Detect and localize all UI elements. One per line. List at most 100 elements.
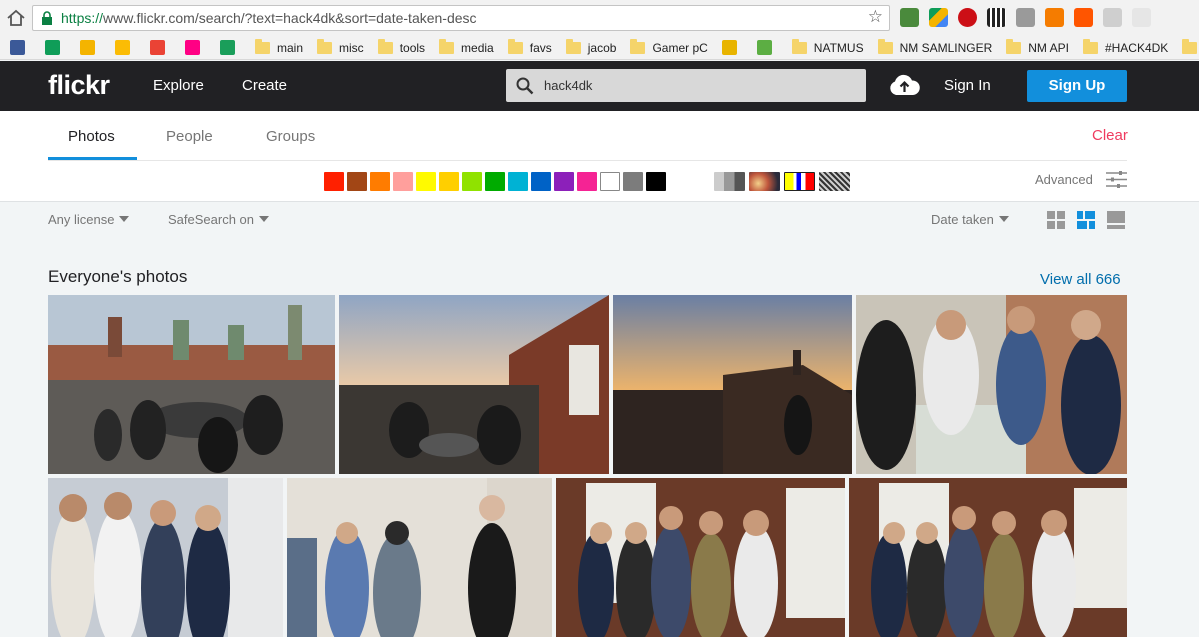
color-swatch[interactable] bbox=[508, 172, 528, 191]
color-swatch[interactable] bbox=[324, 172, 344, 191]
bookmark-item[interactable]: tools bbox=[377, 38, 425, 55]
color-swatch[interactable] bbox=[646, 172, 666, 191]
color-swatch[interactable] bbox=[485, 172, 505, 191]
bookmark-item[interactable] bbox=[10, 40, 31, 55]
screen-icon[interactable] bbox=[1103, 8, 1122, 27]
bookmark-label: Gamer pC bbox=[652, 40, 708, 55]
advanced-link[interactable]: Advanced bbox=[1035, 172, 1093, 187]
bookmark-label: favs bbox=[529, 40, 552, 55]
search-input[interactable]: hack4dk bbox=[506, 69, 866, 102]
bookmark-item[interactable]: NM SAMLINGER bbox=[877, 38, 993, 55]
justified-view-icon[interactable] bbox=[1077, 211, 1095, 229]
folder-icon bbox=[1006, 38, 1022, 54]
clear-link[interactable]: Clear bbox=[1092, 127, 1128, 144]
bookmarks-bar: main misc tools media favs jacob Gamer pC NATMU… bbox=[0, 36, 1199, 60]
qr-code-icon[interactable] bbox=[987, 8, 1006, 27]
flickr-header: flickr Explore Create hack4dk Sign In Si… bbox=[0, 61, 1199, 111]
shallow-depth-filter[interactable] bbox=[749, 172, 780, 191]
address-bar[interactable]: https://www.flickr.com/search/?text=hack… bbox=[32, 5, 890, 31]
sliders-icon[interactable] bbox=[1106, 171, 1127, 188]
black-and-white-filter[interactable] bbox=[714, 172, 745, 191]
patterns-filter[interactable] bbox=[819, 172, 850, 191]
browser-toolbar: https://www.flickr.com/search/?text=hack… bbox=[0, 0, 1199, 36]
tab-photos[interactable]: Photos bbox=[68, 128, 115, 145]
minimalist-filter[interactable] bbox=[784, 172, 815, 191]
bookmark-item[interactable] bbox=[45, 40, 66, 55]
bookmark-item[interactable]: misc bbox=[317, 38, 364, 55]
color-swatch[interactable] bbox=[531, 172, 551, 191]
photo-thumbnail[interactable] bbox=[287, 478, 552, 637]
color-swatch[interactable] bbox=[600, 172, 620, 191]
bookmark-item[interactable]: NM API bbox=[1006, 38, 1069, 55]
bookmark-item[interactable] bbox=[150, 40, 171, 55]
tab-groups[interactable]: Groups bbox=[266, 128, 315, 145]
view-toggle bbox=[1047, 211, 1125, 229]
bookmark-item[interactable] bbox=[80, 40, 101, 55]
safesearch-dropdown[interactable]: SafeSearch on bbox=[168, 212, 270, 227]
extension-icons bbox=[900, 8, 1151, 27]
upload-cloud-icon[interactable] bbox=[888, 73, 921, 97]
explore-link[interactable]: Explore bbox=[153, 77, 204, 94]
color-swatch[interactable] bbox=[462, 172, 482, 191]
json-icon[interactable] bbox=[1132, 8, 1151, 27]
chart-icon[interactable] bbox=[1045, 8, 1064, 27]
color-swatch[interactable] bbox=[623, 172, 643, 191]
search-query: hack4dk bbox=[544, 78, 593, 93]
bookmark-label: NM SAMLINGER bbox=[899, 40, 993, 55]
bookmark-item[interactable] bbox=[185, 40, 206, 55]
folder-icon bbox=[439, 38, 455, 54]
color-swatch[interactable] bbox=[416, 172, 436, 191]
bookmark-item[interactable] bbox=[115, 40, 136, 55]
badge-icon bbox=[721, 40, 737, 55]
bookmark-item[interactable]: NATMUS bbox=[791, 38, 864, 55]
bookmark-item[interactable]: media bbox=[439, 38, 494, 55]
bookmark-item[interactable]: jacob bbox=[565, 38, 617, 55]
photo-thumbnail[interactable] bbox=[339, 295, 609, 474]
color-swatch[interactable] bbox=[554, 172, 574, 191]
bookmark-item[interactable]: Gamer pC bbox=[630, 38, 708, 55]
color-swatch[interactable] bbox=[393, 172, 413, 191]
color-swatch[interactable] bbox=[347, 172, 367, 191]
bookmark-item[interactable] bbox=[220, 40, 241, 55]
sign-in-link[interactable]: Sign In bbox=[944, 77, 991, 94]
folder-icon bbox=[877, 38, 893, 54]
bookmark-item[interactable]: WORK bbox=[1182, 38, 1199, 55]
sign-up-button[interactable]: Sign Up bbox=[1027, 70, 1127, 102]
extension-icon[interactable] bbox=[900, 8, 919, 27]
photo-thumbnail[interactable] bbox=[849, 478, 1127, 637]
facebook-icon bbox=[10, 40, 25, 55]
soundcloud-icon[interactable] bbox=[1074, 8, 1093, 27]
photo-thumbnail[interactable] bbox=[856, 295, 1127, 474]
color-swatch[interactable] bbox=[370, 172, 390, 191]
bookmark-item[interactable]: #HACK4DK bbox=[1082, 38, 1168, 55]
bookmark-item[interactable]: favs bbox=[507, 38, 552, 55]
home-icon[interactable] bbox=[6, 8, 26, 28]
flickr-logo[interactable]: flickr bbox=[48, 70, 110, 101]
tab-people[interactable]: People bbox=[166, 128, 213, 145]
folder-icon bbox=[255, 38, 270, 54]
bookmark-item[interactable] bbox=[756, 40, 778, 55]
chevron-down-icon bbox=[998, 216, 1009, 222]
photo-thumbnail[interactable] bbox=[613, 295, 852, 474]
color-swatch[interactable] bbox=[577, 172, 597, 191]
grid-view-icon[interactable] bbox=[1047, 211, 1065, 229]
bookmark-star-icon[interactable]: ☆ bbox=[868, 7, 883, 27]
bookmark-item[interactable]: main bbox=[255, 38, 304, 55]
camera-icon[interactable] bbox=[1016, 8, 1035, 27]
photo-thumbnail[interactable] bbox=[48, 478, 283, 637]
sort-label: Date taken bbox=[931, 212, 994, 227]
view-all-link[interactable]: View all 666 bbox=[1040, 271, 1121, 288]
create-link[interactable]: Create bbox=[242, 77, 287, 94]
bookmark-label: main bbox=[277, 40, 304, 55]
bookmark-label: jacob bbox=[587, 40, 617, 55]
drive-extension-icon[interactable] bbox=[929, 8, 948, 27]
license-dropdown[interactable]: Any license bbox=[48, 212, 130, 227]
color-swatch[interactable] bbox=[439, 172, 459, 191]
folder-icon bbox=[507, 38, 523, 54]
photo-thumbnail[interactable] bbox=[556, 478, 845, 637]
sort-dropdown[interactable]: Date taken bbox=[931, 212, 1009, 227]
detail-view-icon[interactable] bbox=[1107, 211, 1125, 229]
bookmark-item[interactable] bbox=[721, 40, 743, 55]
photo-thumbnail[interactable] bbox=[48, 295, 335, 474]
opera-icon[interactable] bbox=[958, 8, 977, 27]
